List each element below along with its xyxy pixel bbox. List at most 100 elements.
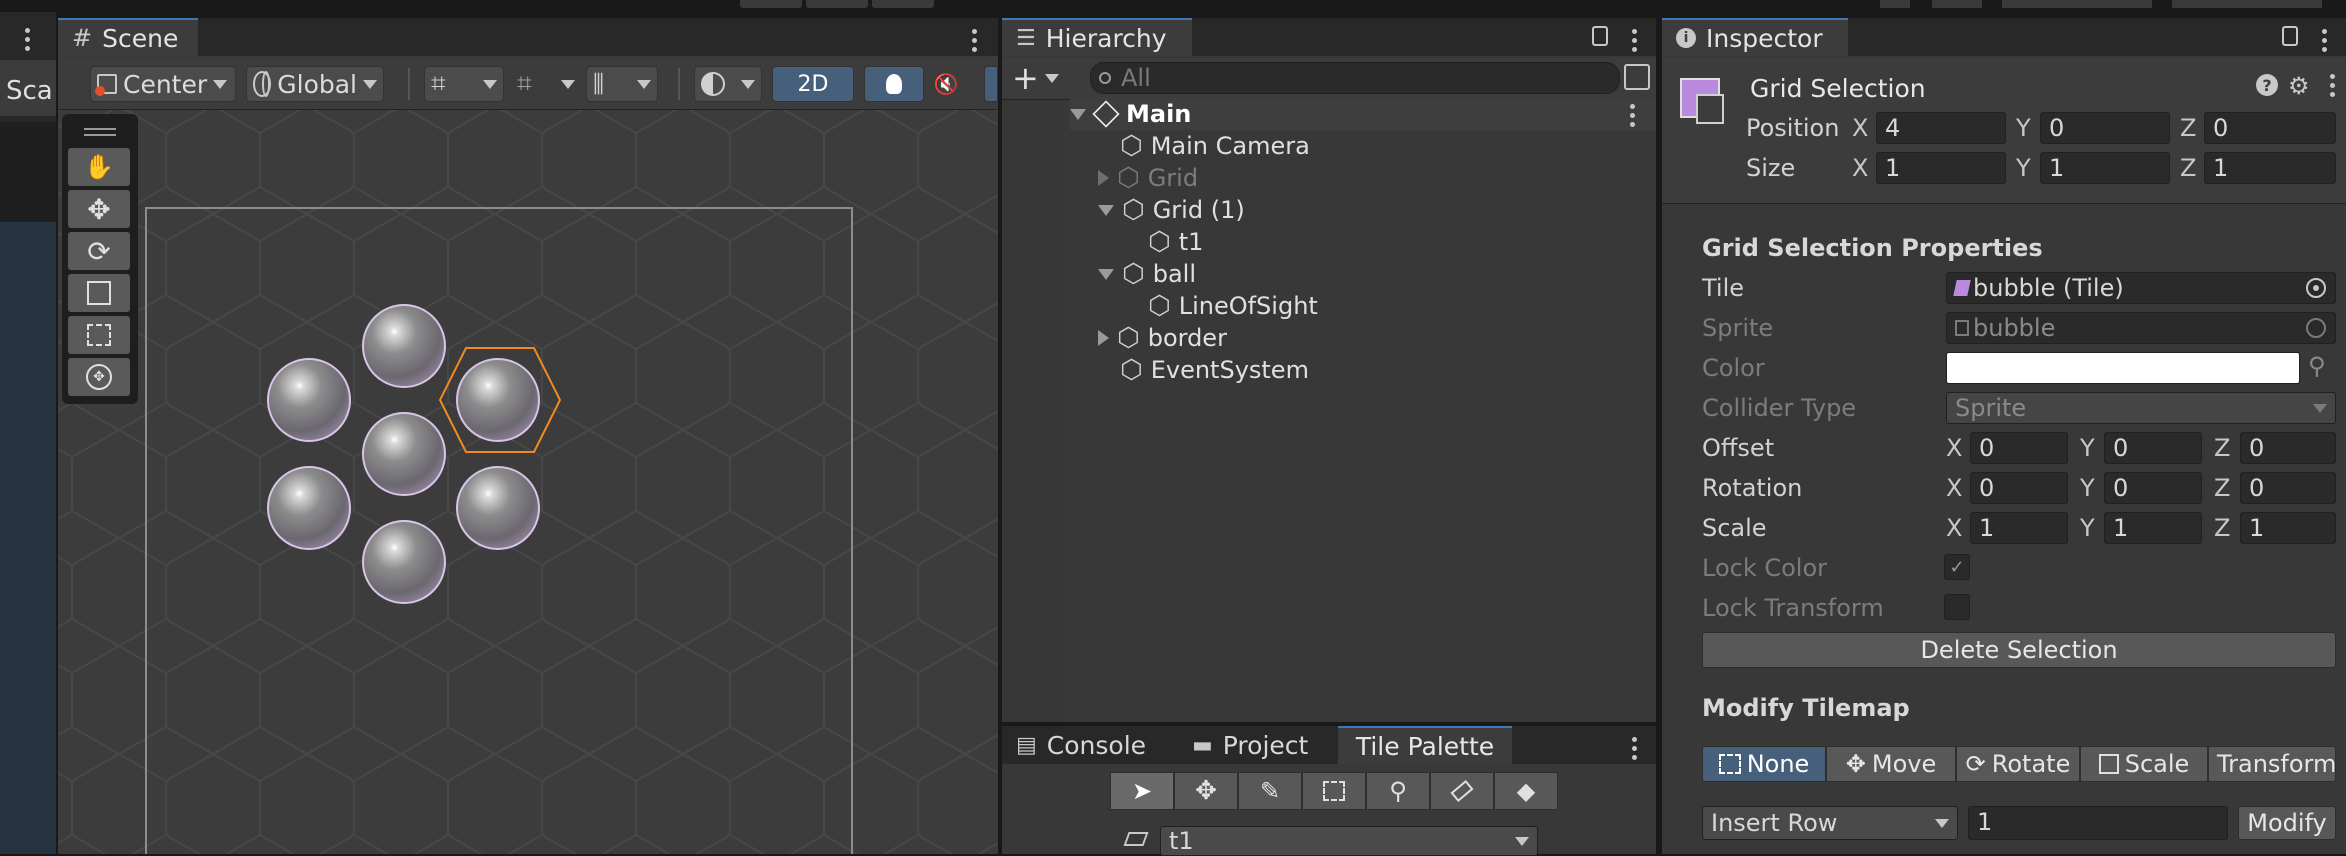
mode-scale-button[interactable]: Scale (2080, 746, 2208, 782)
position-x-field[interactable]: 4 (1876, 112, 2006, 144)
more-menu-icon[interactable] (1632, 29, 1638, 52)
side-panel-label[interactable]: Sca (6, 76, 53, 106)
modify-button[interactable]: Modify (2238, 806, 2336, 840)
mode-none-button[interactable]: None (1702, 746, 1826, 782)
lighting-toggle[interactable] (864, 66, 924, 102)
grid-snap-button[interactable]: ⌗ (510, 66, 582, 102)
more-menu-icon[interactable] (972, 29, 978, 52)
tab-scene[interactable]: # Scene (58, 18, 198, 56)
palette-picker-tool[interactable]: ⚲ (1366, 772, 1430, 810)
lock-icon[interactable] (1592, 26, 1608, 46)
hierarchy-item-grid[interactable]: ⬡ Grid (1098, 162, 1198, 194)
scene-viewport[interactable] (58, 110, 998, 854)
preset-icon[interactable]: ⚙ (2288, 72, 2310, 100)
more-menu-icon[interactable] (1630, 104, 1636, 127)
rect-tool-button[interactable] (68, 316, 130, 354)
draw-mode-button[interactable] (694, 66, 762, 102)
offset-z-field[interactable]: 0 (2240, 432, 2336, 464)
fx-toggle[interactable] (984, 66, 998, 102)
insert-count-field[interactable]: 1 (1968, 806, 2228, 840)
pivot-dropdown[interactable]: Center (90, 66, 236, 102)
more-menu-icon[interactable] (2330, 74, 2336, 97)
expand-arrow-icon[interactable] (1098, 204, 1114, 216)
move-tool-button[interactable]: ✥ (68, 190, 130, 228)
expand-arrow-icon[interactable] (1070, 108, 1086, 120)
tab-tile-palette[interactable]: Tile Palette (1338, 726, 1512, 764)
hierarchy-item-lineofsight[interactable]: ⬡ LineOfSight (1148, 290, 1318, 322)
hierarchy-item-main-camera[interactable]: ⬡ Main Camera (1120, 130, 1310, 162)
bubble-tile[interactable] (456, 466, 540, 550)
create-button[interactable]: + (1012, 62, 1068, 94)
mode-transform-button[interactable]: Transform (2208, 746, 2336, 782)
toolbar-button[interactable] (806, 0, 868, 8)
tab-inspector[interactable]: i Inspector (1662, 18, 1848, 56)
palette-fill-tool[interactable]: ◆ (1494, 772, 1558, 810)
expand-arrow-icon[interactable] (1098, 170, 1109, 186)
toolbar-button[interactable] (2172, 0, 2322, 8)
lock-color-checkbox[interactable]: ✓ (1944, 554, 1970, 580)
scale-x-field[interactable]: 1 (1970, 512, 2068, 544)
rotate-tool-button[interactable]: ⟳ (68, 232, 130, 270)
insert-mode-dropdown[interactable]: Insert Row (1702, 806, 1958, 840)
scale-tool-button[interactable] (68, 274, 130, 312)
mode-rotate-button[interactable]: ⟳ Rotate (1956, 746, 2080, 782)
tab-hierarchy[interactable]: ☰ Hierarchy (1002, 18, 1192, 56)
2d-toggle[interactable]: 2D (772, 66, 854, 102)
offset-x-field[interactable]: 0 (1970, 432, 2068, 464)
size-y-field[interactable]: 1 (2040, 152, 2170, 184)
toolbar-button[interactable] (1880, 0, 1910, 8)
palette-eraser-tool[interactable] (1430, 772, 1494, 810)
grid-visibility-button[interactable]: ⌗ (424, 66, 504, 102)
toolbar-button[interactable] (872, 0, 934, 8)
more-menu-icon[interactable] (2322, 29, 2328, 52)
hand-tool-button[interactable]: ✋ (68, 148, 130, 186)
rotation-y-field[interactable]: 0 (2104, 472, 2202, 504)
hierarchy-search-input[interactable]: All (1090, 62, 1620, 94)
delete-selection-button[interactable]: Delete Selection (1702, 632, 2336, 668)
mode-move-button[interactable]: ✥ Move (1826, 746, 1956, 782)
expand-arrow-icon[interactable] (1098, 330, 1109, 346)
rotation-x-field[interactable]: 0 (1970, 472, 2068, 504)
more-menu-icon[interactable] (25, 28, 31, 51)
position-z-field[interactable]: 0 (2204, 112, 2336, 144)
hierarchy-item-eventsystem[interactable]: ⬡ EventSystem (1120, 354, 1309, 386)
scale-z-field[interactable]: 1 (2240, 512, 2336, 544)
hierarchy-item-t1[interactable]: ⬡ t1 (1148, 226, 1203, 258)
palette-move-tool[interactable]: ✥ (1174, 772, 1238, 810)
toolbar-button[interactable] (740, 0, 802, 8)
bubble-tile[interactable] (362, 520, 446, 604)
active-tilemap-dropdown[interactable]: t1 (1160, 826, 1538, 856)
expand-arrow-icon[interactable] (1098, 268, 1114, 280)
object-picker-icon[interactable] (2306, 278, 2326, 298)
palette-box-fill-tool[interactable] (1302, 772, 1366, 810)
size-x-field[interactable]: 1 (1876, 152, 2006, 184)
space-dropdown[interactable]: Global (246, 66, 384, 102)
bubble-tile[interactable] (362, 304, 446, 388)
hierarchy-item-grid-1[interactable]: ⬡ Grid (1) (1098, 194, 1245, 226)
more-menu-icon[interactable] (1632, 737, 1638, 760)
hierarchy-item-main[interactable]: Main (1070, 98, 1656, 130)
offset-y-field[interactable]: 0 (2104, 432, 2202, 464)
lock-icon[interactable] (2282, 26, 2298, 46)
hierarchy-item-border[interactable]: ⬡ border (1098, 322, 1227, 354)
palette-brush-tool[interactable]: ✎ (1238, 772, 1302, 810)
palette-select-tool[interactable]: ➤ (1110, 772, 1174, 810)
size-z-field[interactable]: 1 (2204, 152, 2336, 184)
drag-handle[interactable] (84, 128, 116, 136)
bubble-tile[interactable] (267, 358, 351, 442)
hierarchy-item-ball[interactable]: ⬡ ball (1098, 258, 1196, 290)
search-options-icon[interactable] (1624, 64, 1650, 90)
eyedropper-icon[interactable]: ⚲ (2308, 352, 2326, 380)
toolbar-button[interactable] (2002, 0, 2152, 8)
bubble-tile[interactable] (362, 412, 446, 496)
rotation-z-field[interactable]: 0 (2240, 472, 2336, 504)
help-icon[interactable]: ? (2256, 74, 2278, 96)
increment-snap-button[interactable]: ⫼ (586, 66, 658, 102)
toolbar-button[interactable] (1932, 0, 1982, 8)
color-swatch[interactable] (1946, 352, 2300, 384)
audio-toggle[interactable]: 🔇 (918, 66, 974, 102)
position-y-field[interactable]: 0 (2040, 112, 2170, 144)
lock-transform-checkbox[interactable] (1944, 594, 1970, 620)
tab-project[interactable]: ▬ Project (1192, 730, 1308, 760)
scale-y-field[interactable]: 1 (2104, 512, 2202, 544)
